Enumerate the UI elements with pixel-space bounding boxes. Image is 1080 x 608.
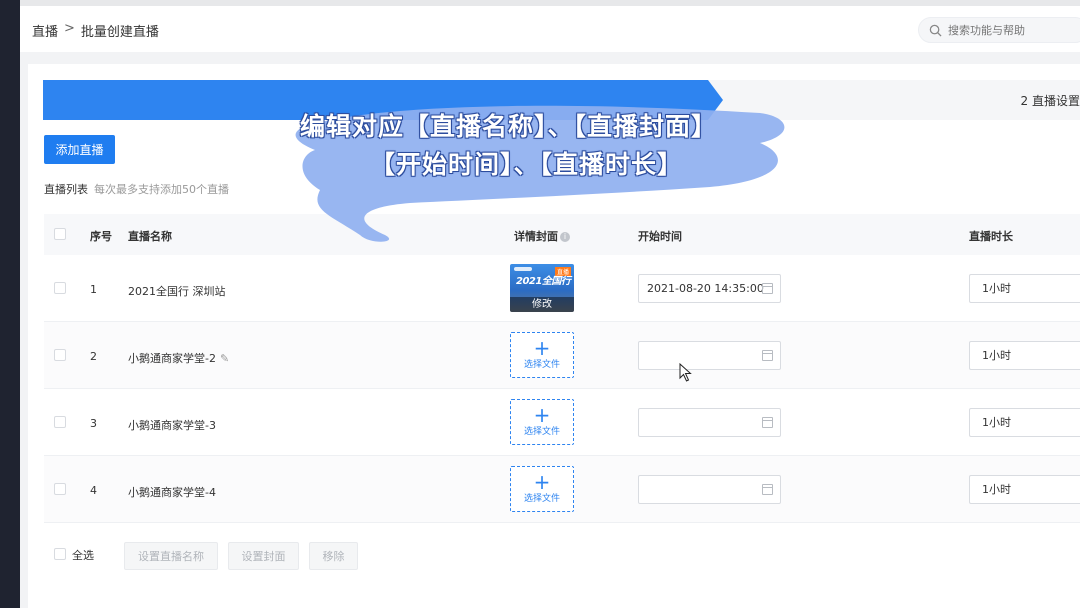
caption-line-2: 【开始时间】、【直播时长】 — [370, 150, 684, 179]
start-time-input[interactable] — [638, 475, 781, 504]
step-2-label: 2 直播设置 — [1020, 94, 1080, 108]
select-all-checkbox-header[interactable] — [54, 228, 66, 240]
upload-label: 选择文件 — [523, 427, 560, 437]
list-hint: 每次最多支持添加50个直播 — [94, 183, 229, 196]
duration-value: 1小时 — [982, 416, 1011, 429]
plus-icon: + — [533, 470, 551, 494]
add-live-button[interactable]: 添加直播 — [44, 135, 115, 164]
cover-logo — [514, 267, 532, 271]
upload-file-button[interactable]: + 选择文件 — [510, 399, 574, 445]
caption-overlay: 编辑对应【直播名称】、【直播封面】 【开始时间】、【直播时长】 — [290, 95, 800, 245]
row-index: 4 — [90, 484, 97, 497]
breadcrumb-separator: > — [64, 21, 75, 36]
plus-icon: + — [533, 336, 551, 360]
row-name: 2021全国行 深圳站 — [128, 285, 226, 298]
list-title-row: 直播列表 每次最多支持添加50个直播 — [44, 181, 229, 197]
select-all-checkbox[interactable] — [54, 548, 66, 560]
mouse-cursor-icon — [679, 363, 692, 382]
search-icon — [929, 24, 942, 37]
breadcrumb-current: 批量创建直播 — [80, 25, 159, 40]
row-index: 2 — [90, 350, 97, 363]
start-time-input[interactable] — [638, 408, 781, 437]
row-name-wrap: 小鹅通商家学堂-2 ✎ — [128, 350, 229, 366]
cover-edit-button[interactable]: 修改 — [510, 297, 574, 312]
upload-label: 选择文件 — [523, 494, 560, 504]
row-checkbox[interactable] — [54, 282, 66, 294]
start-time-input[interactable]: 2021-08-20 14:35:00 — [638, 274, 781, 303]
duration-select[interactable]: 1小时 — [969, 341, 1080, 370]
row-name: 小鹅通商家学堂-4 — [128, 486, 216, 499]
step-2: 2 直播设置 — [1021, 92, 1080, 109]
cover-title: 2021全国行 — [516, 276, 571, 287]
row-checkbox[interactable] — [54, 483, 66, 495]
table-row: 1 2021全国行 深圳站 直播 2021全国行 修改 2021-08-20 1… — [44, 255, 1080, 322]
duration-select[interactable]: 1小时 — [969, 475, 1080, 504]
header-name: 直播名称 — [128, 230, 172, 243]
upload-label: 选择文件 — [523, 360, 560, 370]
upload-file-button[interactable]: + 选择文件 — [510, 332, 574, 378]
set-cover-button[interactable]: 设置封面 — [228, 542, 299, 570]
table-row: 4 小鹅通商家学堂-4 + 选择文件 1小时 — [44, 456, 1080, 523]
row-name: 小鹅通商家学堂-3 — [128, 419, 216, 432]
edit-pencil-icon[interactable]: ✎ — [220, 352, 229, 365]
header-duration: 直播时长 — [969, 230, 1013, 243]
duration-select[interactable]: 1小时 — [969, 408, 1080, 437]
caption-line-1: 编辑对应【直播名称】、【直播封面】 — [300, 112, 718, 141]
calendar-icon — [762, 484, 773, 495]
upload-file-button[interactable]: + 选择文件 — [510, 466, 574, 512]
table-row: 2 小鹅通商家学堂-2 ✎ + 选择文件 1小时 — [44, 322, 1080, 389]
table-row: 3 小鹅通商家学堂-3 + 选择文件 1小时 — [44, 389, 1080, 456]
select-all-label[interactable]: 全选 — [72, 547, 94, 563]
header-bar: 直播 > 批量创建直播 — [20, 6, 1080, 52]
header-index: 序号 — [90, 230, 112, 243]
plus-icon: + — [533, 403, 551, 427]
remove-button[interactable]: 移除 — [309, 542, 358, 570]
duration-select[interactable]: 1小时 — [969, 274, 1080, 303]
calendar-icon — [762, 417, 773, 428]
row-checkbox[interactable] — [54, 416, 66, 428]
cover-image[interactable]: 直播 2021全国行 修改 — [510, 264, 574, 312]
search-input[interactable] — [948, 23, 1068, 37]
breadcrumb: 直播 > 批量创建直播 — [32, 21, 159, 40]
left-sidebar — [0, 0, 20, 608]
set-name-button[interactable]: 设置直播名称 — [124, 542, 218, 570]
calendar-icon — [762, 350, 773, 361]
duration-value: 1小时 — [982, 483, 1011, 496]
duration-value: 1小时 — [982, 349, 1011, 362]
breadcrumb-root[interactable]: 直播 — [32, 21, 58, 40]
row-index: 1 — [90, 283, 97, 296]
row-checkbox[interactable] — [54, 349, 66, 361]
search-box[interactable] — [918, 17, 1080, 43]
row-name: 小鹅通商家学堂-2 — [128, 352, 216, 365]
calendar-icon — [762, 283, 773, 294]
start-time-value: 2021-08-20 14:35:00 — [647, 282, 764, 295]
list-title: 直播列表 — [44, 183, 88, 196]
start-time-input[interactable] — [638, 341, 781, 370]
duration-value: 1小时 — [982, 282, 1011, 295]
row-index: 3 — [90, 417, 97, 430]
